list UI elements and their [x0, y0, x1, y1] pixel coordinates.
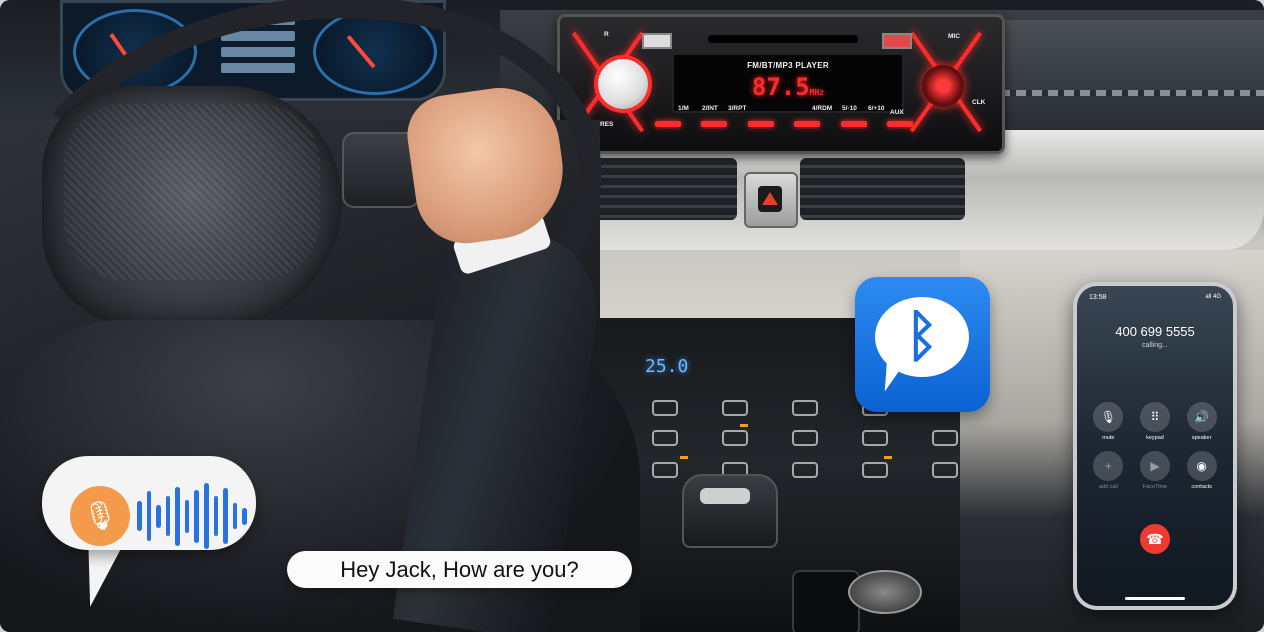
radio-label-r: R	[604, 31, 609, 38]
end-call-button[interactable]: ☎	[1140, 524, 1170, 554]
hazard-button[interactable]	[744, 172, 798, 228]
preset-2-label: 2/INT	[702, 105, 718, 112]
preset-3-label: 3/RPT	[728, 105, 747, 112]
climate-control[interactable]	[722, 430, 748, 446]
preset-button-3[interactable]	[747, 121, 774, 127]
waveform-bar	[213, 496, 219, 536]
climate-control[interactable]	[792, 462, 818, 478]
radio-label-mic: MIC	[948, 33, 960, 40]
caller-number: 400 699 5555	[1115, 324, 1195, 339]
home-indicator	[1125, 597, 1185, 600]
storage-tray	[792, 570, 860, 632]
preset-4-label: 4/RDM	[812, 105, 833, 112]
phone-status: all 4G	[1205, 294, 1221, 300]
card-slot	[708, 35, 858, 43]
indicator-led	[884, 456, 892, 459]
climate-control[interactable]	[932, 430, 958, 446]
waveform-bar	[137, 501, 142, 531]
hazard-icon	[762, 192, 778, 205]
preset-5-label: 5/-10	[842, 105, 857, 112]
volume-knob[interactable]	[598, 59, 648, 109]
res-label: RES	[600, 121, 614, 128]
clk-label: CLK	[972, 99, 986, 106]
mute-icon[interactable]: 🎙	[1093, 402, 1124, 432]
waveform-bar	[194, 489, 200, 543]
preset-buttons	[655, 121, 913, 131]
add-call-icon[interactable]: +	[1093, 451, 1124, 481]
frequency-value: 87.5	[751, 73, 810, 101]
climate-row-mid	[652, 430, 958, 450]
climate-control[interactable]	[652, 430, 678, 446]
waveform-bar	[232, 503, 238, 529]
climate-control[interactable]	[722, 400, 748, 416]
dashboard-vent-stripe	[1000, 90, 1264, 96]
indicator-led	[740, 424, 748, 427]
bluetooth-badge: ᛒ	[855, 277, 990, 412]
preset-button-4[interactable]	[794, 121, 821, 127]
preset-button-5[interactable]	[840, 121, 867, 127]
mute-label: mute	[1102, 435, 1115, 441]
climate-control[interactable]	[652, 462, 678, 478]
facetime-icon[interactable]: ▶	[1139, 451, 1170, 481]
phone-time: 13:58	[1089, 294, 1107, 301]
facetime-label: FaceTime	[1142, 484, 1168, 490]
radio-mode-label: FM/BT/MP3 PLAYER	[747, 61, 829, 70]
frequency-unit: MHz	[809, 88, 825, 97]
car-interior-scene: R MIC FM/BT/MP3 PLAYER 87.5MHz RES AUX C…	[0, 0, 1264, 632]
mode-button[interactable]	[922, 65, 964, 107]
add-call-label: add call	[1098, 484, 1118, 490]
car-radio-head-unit: R MIC FM/BT/MP3 PLAYER 87.5MHz RES AUX C…	[557, 14, 1005, 154]
contacts-icon[interactable]: ◉	[1186, 451, 1217, 481]
smartphone: 13:58 all 4G 400 699 5555 calling... 🎙 mu…	[1073, 282, 1237, 610]
drive-mode-dial[interactable]	[848, 570, 922, 614]
radio-display: FM/BT/MP3 PLAYER 87.5MHz	[672, 53, 904, 113]
waveform-bar	[242, 507, 247, 525]
bluetooth-icon: ᛒ	[905, 304, 939, 369]
preset-6-label: 6/+10	[868, 105, 885, 112]
keypad-label: keypad	[1146, 435, 1164, 441]
climate-control[interactable]	[932, 462, 958, 478]
climate-control[interactable]	[792, 430, 818, 446]
waveform-bar	[156, 504, 161, 528]
preset-button-6[interactable]	[886, 121, 913, 127]
steering-wheel-texture	[64, 104, 320, 280]
preset-button-1[interactable]	[655, 121, 681, 127]
waveform-bar	[165, 496, 171, 536]
contacts-label: contacts	[1191, 484, 1212, 490]
call-state: calling...	[1142, 342, 1168, 349]
climate-row-top	[652, 400, 888, 420]
waveform-bar	[146, 491, 152, 541]
microphone-icon: 🎙	[70, 486, 130, 546]
call-controls: 🎙 mute ⠿ keypad 🔊 speaker + add call ▶ FaceTi…	[1085, 402, 1225, 490]
temperature-readout: 25.0	[645, 356, 689, 377]
preset-button-2[interactable]	[701, 121, 728, 127]
climate-control[interactable]	[862, 430, 888, 446]
indicator-led	[680, 456, 688, 459]
frequency-readout: 87.5MHz	[674, 73, 902, 101]
usb-port[interactable]	[642, 33, 672, 49]
speech-caption: Hey Jack, How are you?	[287, 551, 632, 588]
right-air-vent	[800, 158, 965, 220]
climate-control[interactable]	[792, 400, 818, 416]
eject-button[interactable]	[882, 33, 912, 49]
waveform-bar	[204, 483, 209, 549]
waveform-bar	[175, 486, 180, 546]
gear-selector-trim	[700, 488, 750, 504]
speaker-label: speaker	[1191, 435, 1212, 441]
phone-screen: 13:58 all 4G 400 699 5555 calling... 🎙 mu…	[1077, 286, 1233, 606]
waveform-bar	[223, 488, 228, 544]
audio-waveform	[137, 482, 247, 550]
climate-control[interactable]	[652, 400, 678, 416]
waveform-bar	[184, 499, 190, 533]
speaker-icon[interactable]: 🔊	[1186, 402, 1217, 432]
aux-label: AUX	[890, 109, 904, 116]
climate-control[interactable]	[862, 462, 888, 478]
gear-selector[interactable]	[682, 474, 778, 548]
preset-1-label: 1/M	[678, 105, 689, 112]
keypad-icon[interactable]: ⠿	[1139, 402, 1170, 432]
dashboard-trim-right	[1000, 20, 1264, 130]
